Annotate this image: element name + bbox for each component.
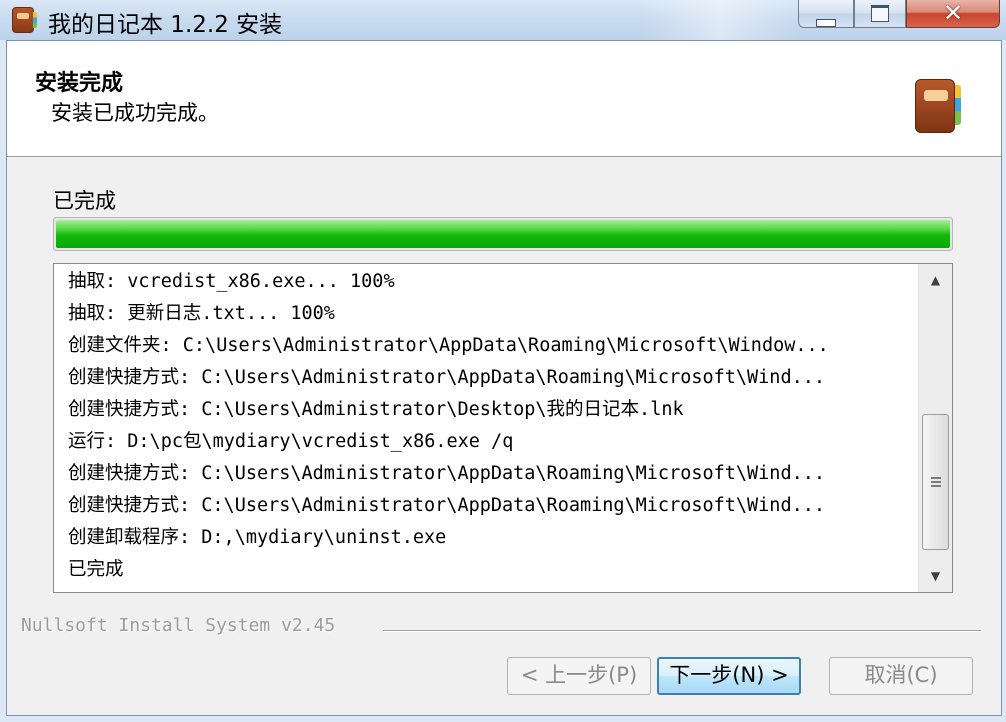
log-scrollbar[interactable]: ▲ ▼ [918, 264, 952, 592]
log-line: 创建快捷方式: C:\Users\Administrator\AppData\R… [68, 463, 826, 484]
header-panel: 安装完成 安装已成功完成。 [7, 41, 1001, 157]
nsis-branding-text: Nullsoft Install System v2.45 [21, 615, 336, 636]
minimize-button[interactable] [798, 0, 854, 28]
diary-app-icon [12, 7, 37, 33]
log-line: 创建文件夹: C:\Users\Administrator\AppData\Ro… [68, 335, 829, 356]
log-line: 已完成 [68, 559, 124, 580]
title-bar-glass [640, 0, 800, 40]
page-title: 安装完成 [35, 71, 124, 96]
scroll-up-arrow-icon[interactable]: ▲ [919, 264, 952, 296]
window-title: 我的日记本 1.2.2 安装 [48, 12, 283, 38]
log-line: 抽取: vcredist_x86.exe... 100% [68, 271, 395, 292]
next-button[interactable]: 下一步(N) > [657, 657, 801, 695]
diary-book-tabs [955, 85, 961, 125]
back-button[interactable]: < 上一步(P) [507, 657, 651, 695]
scroll-down-arrow-icon[interactable]: ▼ [919, 560, 952, 592]
close-icon: ✕ [942, 0, 964, 27]
maximize-icon [855, 5, 905, 26]
minimize-icon [799, 12, 853, 31]
log-line: 运行: D:\pc包\mydiary\vcredist_x86.exe /q [68, 431, 514, 452]
log-lines: 抽取: vcredist_x86.exe... 100% 抽取: 更新日志.tx… [68, 266, 918, 586]
cancel-button[interactable]: 取消(C) [829, 657, 973, 695]
progress-label: 已完成 [53, 189, 116, 213]
close-button[interactable]: ✕ [906, 0, 1000, 28]
log-line: 创建快捷方式: C:\Users\Administrator\AppData\R… [68, 495, 826, 516]
progress-bar [53, 217, 953, 251]
scrollbar-grip-icon [931, 477, 941, 487]
branding-divider [383, 630, 981, 632]
log-line: 抽取: 更新日志.txt... 100% [68, 303, 335, 324]
maximize-button [854, 0, 906, 28]
scrollbar-thumb[interactable] [922, 414, 949, 550]
installer-client-area: 安装完成 安装已成功完成。 已完成 抽取: vcredist_x86.exe..… [6, 40, 1002, 716]
log-line: 创建卸载程序: D:,\mydiary\uninst.exe [68, 527, 447, 548]
details-log[interactable]: 抽取: vcredist_x86.exe... 100% 抽取: 更新日志.tx… [53, 263, 953, 593]
log-line: 创建快捷方式: C:\Users\Administrator\AppData\R… [68, 367, 826, 388]
log-line: 创建快捷方式: C:\Users\Administrator\Desktop\我… [68, 399, 684, 420]
diary-book-shape [915, 79, 955, 133]
title-bar[interactable]: 我的日记本 1.2.2 安装 ✕ [0, 0, 1006, 40]
progress-bar-fill [56, 220, 950, 248]
diary-logo-icon [915, 79, 961, 133]
page-subtitle: 安装已成功完成。 [51, 101, 219, 125]
